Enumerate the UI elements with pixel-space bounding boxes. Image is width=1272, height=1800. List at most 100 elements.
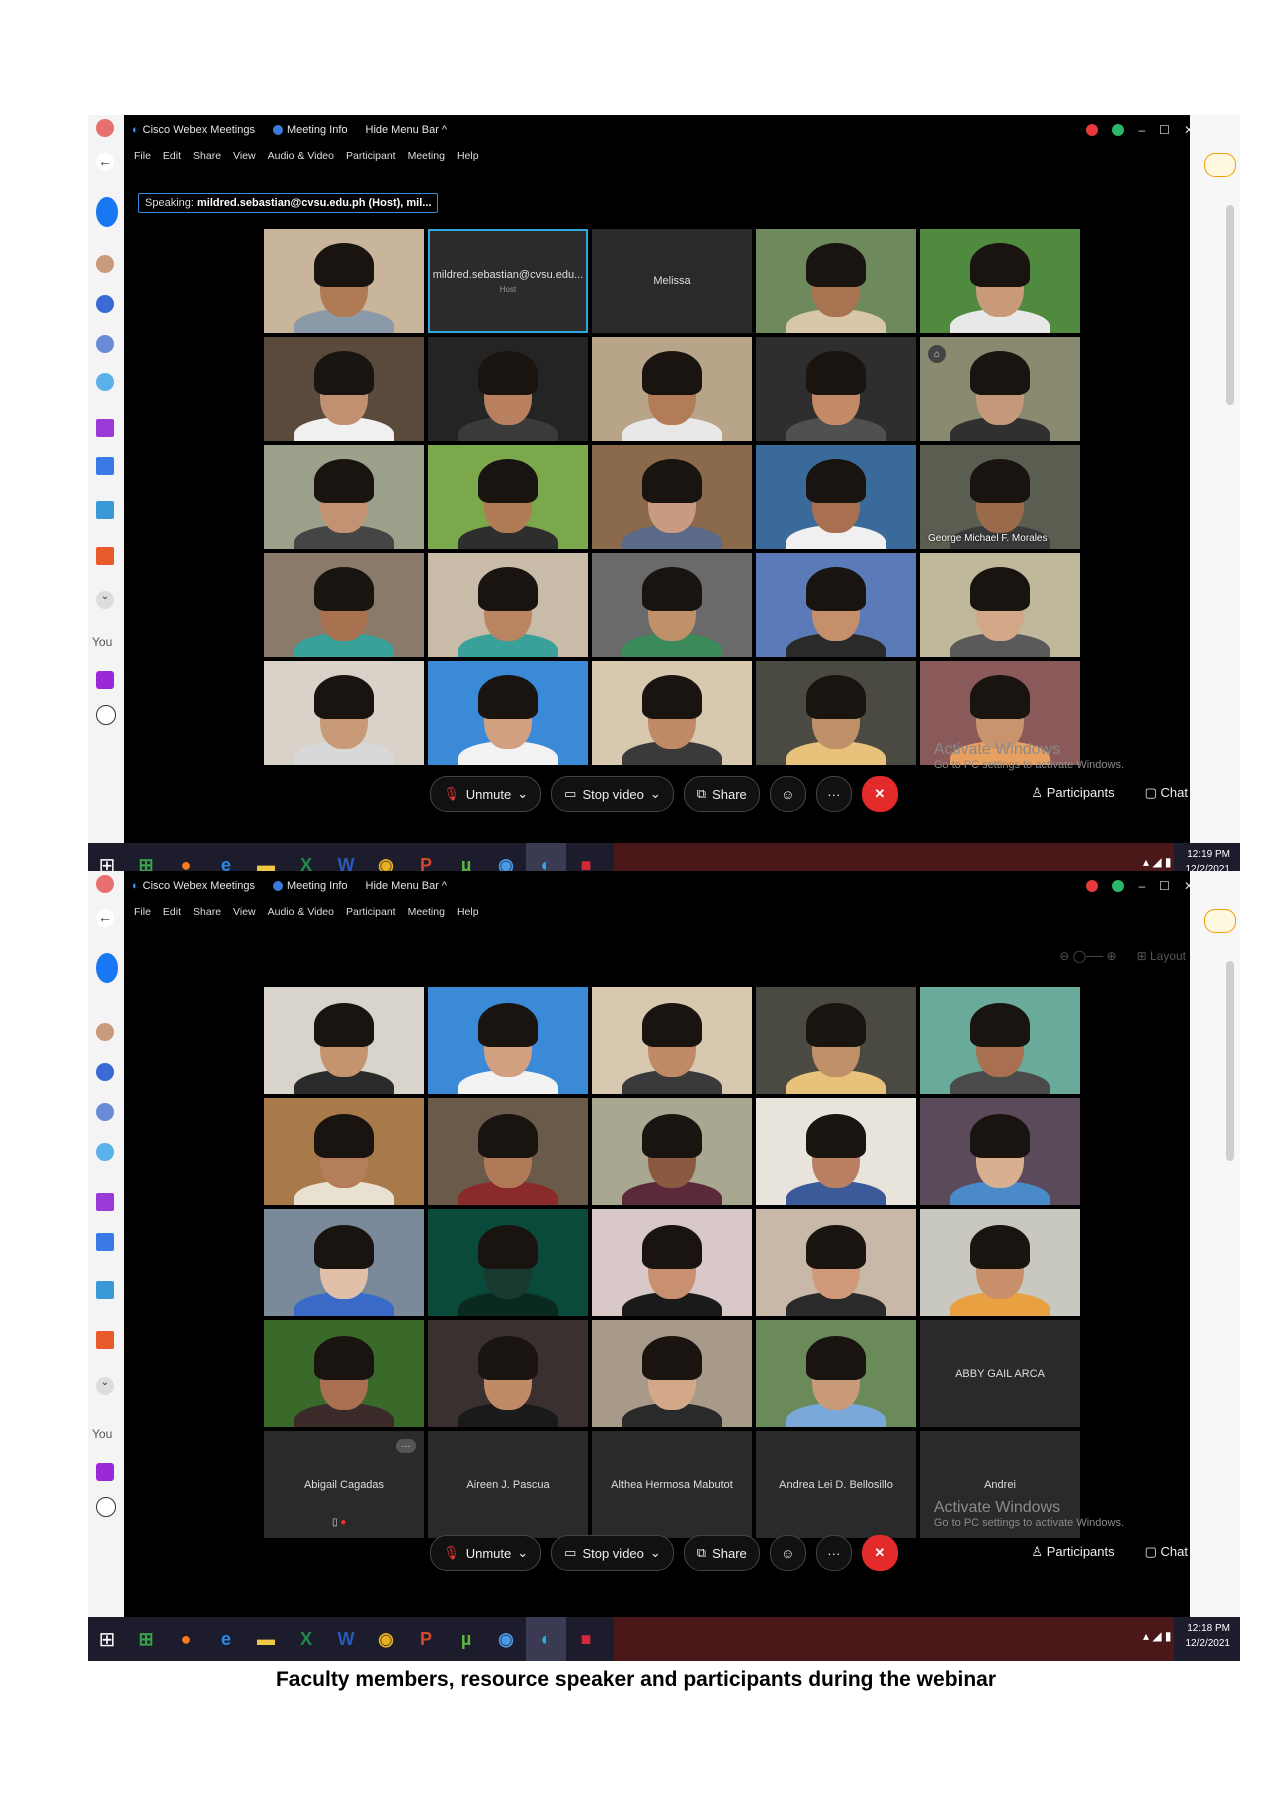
groups-icon[interactable] xyxy=(96,373,114,391)
network-volume-icons[interactable]: ▴ ◢ ▮ xyxy=(1143,855,1172,870)
chevron-down-icon[interactable]: ⌄ xyxy=(96,591,114,609)
participant-video-tile[interactable]: ⌂ xyxy=(920,337,1080,441)
webex-icon[interactable]: ◐ xyxy=(526,1617,566,1661)
meeting-info-button[interactable]: Meeting Info xyxy=(272,124,348,136)
zoom-slider[interactable]: ⊖ ◯── ⊕ xyxy=(1059,949,1116,963)
menu-file[interactable]: File xyxy=(134,150,151,162)
powerpoint-icon[interactable]: P xyxy=(406,1617,446,1661)
participant-video-tile[interactable] xyxy=(264,1209,424,1316)
participant-video-tile[interactable] xyxy=(592,987,752,1094)
saved-icon[interactable] xyxy=(96,1193,114,1211)
participant-video-tile[interactable] xyxy=(920,1209,1080,1316)
menu-help[interactable]: Help xyxy=(457,906,479,918)
stop-video-button[interactable]: ▭ Stop video ⌄ xyxy=(551,1535,674,1571)
more-options-button[interactable]: ··· xyxy=(815,776,852,812)
facebook-icon[interactable] xyxy=(96,197,118,227)
connection-icon[interactable] xyxy=(1112,880,1125,892)
hide-menu-button[interactable]: Hide Menu Bar ^ xyxy=(366,124,448,136)
participant-video-tile[interactable] xyxy=(592,1320,752,1427)
participant-name-tile[interactable]: Melissa xyxy=(592,229,752,333)
participant-video-tile[interactable] xyxy=(592,445,752,549)
clock[interactable]: 12:18 PM 12/2/2021 xyxy=(1186,1621,1231,1651)
end-meeting-button[interactable]: ✕ xyxy=(861,776,898,812)
unmute-button[interactable]: 🎙 Unmute ⌄ xyxy=(430,776,542,812)
scrollbar[interactable] xyxy=(1226,961,1234,1161)
app-shortcut-icon[interactable] xyxy=(96,1463,114,1481)
chrome-2-icon[interactable]: ◉ xyxy=(486,1617,526,1661)
tile-more-button[interactable]: ··· xyxy=(396,1439,416,1453)
participant-video-tile[interactable] xyxy=(756,445,916,549)
participant-video-tile[interactable] xyxy=(756,337,916,441)
minimize-button[interactable]: – xyxy=(1138,879,1145,893)
participant-video-tile[interactable] xyxy=(264,337,424,441)
participant-video-tile[interactable] xyxy=(756,661,916,765)
participant-name-tile[interactable]: Andrea Lei D. Bellosillo xyxy=(756,1431,916,1538)
utorrent-icon[interactable]: µ xyxy=(446,1617,486,1661)
explorer-icon[interactable]: ▬ xyxy=(246,1617,286,1661)
menu-edit[interactable]: Edit xyxy=(163,150,181,162)
participant-video-tile[interactable] xyxy=(592,1209,752,1316)
app-shortcut-icon[interactable] xyxy=(96,671,114,689)
share-button[interactable]: ⧉ Share xyxy=(683,776,760,812)
participant-video-tile[interactable] xyxy=(428,337,588,441)
participant-video-tile[interactable] xyxy=(264,661,424,765)
menu-participant[interactable]: Participant xyxy=(346,906,396,918)
participant-video-tile[interactable] xyxy=(756,987,916,1094)
participant-video-tile[interactable] xyxy=(428,1320,588,1427)
reactions-button[interactable]: ☺ xyxy=(769,776,806,812)
groups-icon[interactable] xyxy=(96,1143,114,1161)
memories-icon[interactable] xyxy=(96,1103,114,1121)
participant-video-tile[interactable] xyxy=(756,1209,916,1316)
emoji-icon[interactable] xyxy=(96,705,116,725)
participant-name-tile[interactable]: ABBY GAIL ARCA xyxy=(920,1320,1080,1427)
menu-file[interactable]: File xyxy=(134,906,151,918)
back-arrow-icon[interactable]: ← xyxy=(96,909,114,927)
watch-icon[interactable] xyxy=(96,1281,114,1299)
participant-video-tile[interactable] xyxy=(428,1098,588,1205)
participant-video-tile[interactable] xyxy=(264,1320,424,1427)
browser-notice-pill[interactable] xyxy=(1204,153,1236,177)
network-volume-icons[interactable]: ▴ ◢ ▮ xyxy=(1143,1629,1172,1644)
saved-icon[interactable] xyxy=(96,419,114,437)
participant-video-tile[interactable] xyxy=(264,1098,424,1205)
participant-video-tile[interactable] xyxy=(920,553,1080,657)
layout-button[interactable]: ⊞ Layout xyxy=(1137,949,1186,963)
participant-video-tile[interactable] xyxy=(264,553,424,657)
menu-share[interactable]: Share xyxy=(193,150,221,162)
pages-icon[interactable] xyxy=(96,457,114,475)
participant-video-tile[interactable] xyxy=(592,337,752,441)
facebook-icon[interactable] xyxy=(96,953,118,983)
windows-start-icon[interactable]: ⊞ xyxy=(88,1617,126,1661)
participant-video-tile[interactable] xyxy=(756,553,916,657)
chevron-down-icon[interactable]: ⌄ xyxy=(517,1545,528,1561)
participant-video-tile[interactable] xyxy=(428,553,588,657)
record-icon[interactable] xyxy=(1086,880,1099,892)
menu-view[interactable]: View xyxy=(233,906,256,918)
participant-name-tile[interactable]: mildred.sebastian@cvsu.edu... Host xyxy=(428,229,588,333)
browser-icon[interactable] xyxy=(96,875,114,893)
word-icon[interactable]: W xyxy=(326,1617,366,1661)
participant-video-tile[interactable] xyxy=(920,229,1080,333)
friends-icon[interactable] xyxy=(96,1063,114,1081)
chevron-down-icon[interactable]: ⌄ xyxy=(96,1377,114,1395)
excel-icon[interactable]: X xyxy=(286,1617,326,1661)
store-icon[interactable]: ⊞ xyxy=(126,1617,166,1661)
chevron-down-icon[interactable]: ⌄ xyxy=(517,786,528,802)
participant-video-tile[interactable] xyxy=(756,1098,916,1205)
ie-icon[interactable]: e xyxy=(206,1617,246,1661)
minimize-button[interactable]: – xyxy=(1138,123,1145,137)
unmute-button[interactable]: 🎙 Unmute ⌄ xyxy=(430,1535,542,1571)
chat-button[interactable]: ▢ Chat xyxy=(1145,1544,1188,1560)
end-meeting-button[interactable]: ✕ xyxy=(861,1535,898,1571)
participant-video-tile[interactable] xyxy=(428,445,588,549)
friends-icon[interactable] xyxy=(96,295,114,313)
app-red-icon[interactable]: ■ xyxy=(566,1617,606,1661)
participant-video-tile[interactable] xyxy=(592,1098,752,1205)
participant-video-tile[interactable] xyxy=(428,661,588,765)
participant-video-tile[interactable] xyxy=(264,445,424,549)
memories-icon[interactable] xyxy=(96,335,114,353)
participant-video-tile[interactable] xyxy=(920,987,1080,1094)
maximize-button[interactable]: ☐ xyxy=(1159,123,1170,137)
firefox-icon[interactable]: ● xyxy=(166,1617,206,1661)
participant-name-tile[interactable]: Abigail Cagadas ··· ▯ ● xyxy=(264,1431,424,1538)
